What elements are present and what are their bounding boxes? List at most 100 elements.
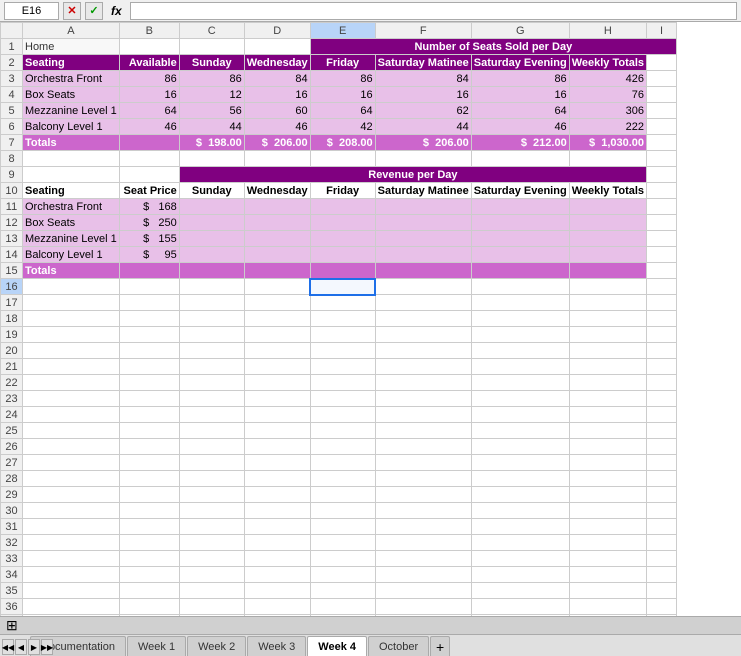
nav-next-arrow[interactable]: ▶	[28, 639, 40, 655]
row-header-34[interactable]: 34	[1, 567, 23, 583]
cell-d7[interactable]: $ 206.00	[244, 135, 310, 151]
cell-a4[interactable]: Box Seats	[23, 87, 120, 103]
row-header-21[interactable]: 21	[1, 359, 23, 375]
cell-g11[interactable]	[471, 199, 569, 215]
cell-i12[interactable]	[647, 215, 677, 231]
tab-october[interactable]: October	[368, 636, 429, 656]
tab-week4[interactable]: Week 4	[307, 636, 367, 656]
tab-add-button[interactable]: +	[430, 636, 450, 656]
cell-a7[interactable]: Totals	[23, 135, 120, 151]
col-header-a[interactable]: A	[23, 23, 120, 39]
cell-i17[interactable]	[647, 295, 677, 311]
cell-b9[interactable]	[119, 167, 179, 183]
col-header-g[interactable]: G	[471, 23, 569, 39]
row-header-27[interactable]: 27	[1, 455, 23, 471]
cell-h5[interactable]: 306	[569, 103, 646, 119]
cell-d1[interactable]	[244, 39, 310, 55]
cell-f15[interactable]	[375, 263, 471, 279]
cell-a13[interactable]: Mezzanine Level 1	[23, 231, 120, 247]
cell-a16[interactable]	[23, 279, 120, 295]
cell-b13[interactable]: $ 155	[119, 231, 179, 247]
cell-g17[interactable]	[471, 295, 569, 311]
cell-a8[interactable]	[23, 151, 120, 167]
cell-h12[interactable]	[569, 215, 646, 231]
row-header-11[interactable]: 11	[1, 199, 23, 215]
cell-e13[interactable]	[310, 231, 375, 247]
cell-i7[interactable]	[647, 135, 677, 151]
cell-a14[interactable]: Balcony Level 1	[23, 247, 120, 263]
row-header-7[interactable]: 7	[1, 135, 23, 151]
cell-c14[interactable]	[179, 247, 244, 263]
cell-b12[interactable]: $ 250	[119, 215, 179, 231]
cell-i4[interactable]	[647, 87, 677, 103]
cell-f11[interactable]	[375, 199, 471, 215]
cell-e12[interactable]	[310, 215, 375, 231]
cell-a11[interactable]: Orchestra Front	[23, 199, 120, 215]
cell-b2[interactable]: Available	[119, 55, 179, 71]
cell-e15[interactable]	[310, 263, 375, 279]
row-header-23[interactable]: 23	[1, 391, 23, 407]
cell-c16[interactable]	[179, 279, 244, 295]
cell-h14[interactable]	[569, 247, 646, 263]
cell-e6[interactable]: 42	[310, 119, 375, 135]
cell-g3[interactable]: 86	[471, 71, 569, 87]
cell-g4[interactable]: 16	[471, 87, 569, 103]
col-header-c[interactable]: C	[179, 23, 244, 39]
row-header-2[interactable]: 2	[1, 55, 23, 71]
row-header-8[interactable]: 8	[1, 151, 23, 167]
cell-reference-box[interactable]: E16	[4, 2, 59, 20]
cell-a2[interactable]: Seating	[23, 55, 120, 71]
cell-f7[interactable]: $ 206.00	[375, 135, 471, 151]
cell-e16[interactable]	[310, 279, 375, 295]
row-header-4[interactable]: 4	[1, 87, 23, 103]
cell-e5[interactable]: 64	[310, 103, 375, 119]
row-header-24[interactable]: 24	[1, 407, 23, 423]
cell-d16[interactable]	[244, 279, 310, 295]
cell-g12[interactable]	[471, 215, 569, 231]
row-header-1[interactable]: 1	[1, 39, 23, 55]
cell-h17[interactable]	[569, 295, 646, 311]
cell-d17[interactable]	[244, 295, 310, 311]
cell-b3[interactable]: 86	[119, 71, 179, 87]
cell-g16[interactable]	[471, 279, 569, 295]
cell-i9[interactable]	[647, 167, 677, 183]
cell-b11[interactable]: $ 168	[119, 199, 179, 215]
cell-e11[interactable]	[310, 199, 375, 215]
cell-i15[interactable]	[647, 263, 677, 279]
row-header-6[interactable]: 6	[1, 119, 23, 135]
cell-f12[interactable]	[375, 215, 471, 231]
cell-e1-title[interactable]: Number of Seats Sold per Day	[310, 39, 676, 55]
nav-first-arrow[interactable]: ◀◀	[2, 639, 14, 655]
cell-h7[interactable]: $ 1,030.00	[569, 135, 646, 151]
cell-e4[interactable]: 16	[310, 87, 375, 103]
cell-i14[interactable]	[647, 247, 677, 263]
cell-d12[interactable]	[244, 215, 310, 231]
cell-f3[interactable]: 84	[375, 71, 471, 87]
cell-f5[interactable]: 62	[375, 103, 471, 119]
cell-i13[interactable]	[647, 231, 677, 247]
cell-c8[interactable]	[179, 151, 244, 167]
cell-f16[interactable]	[375, 279, 471, 295]
cell-c11[interactable]	[179, 199, 244, 215]
cell-d5[interactable]: 60	[244, 103, 310, 119]
row-header-28[interactable]: 28	[1, 471, 23, 487]
cell-h16[interactable]	[569, 279, 646, 295]
cell-e3[interactable]: 86	[310, 71, 375, 87]
nav-last-arrow[interactable]: ▶▶	[41, 639, 53, 655]
cell-i5[interactable]	[647, 103, 677, 119]
cell-h3[interactable]: 426	[569, 71, 646, 87]
cell-g14[interactable]	[471, 247, 569, 263]
cell-d10[interactable]: Wednesday	[244, 183, 310, 199]
cell-d11[interactable]	[244, 199, 310, 215]
row-header-15[interactable]: 15	[1, 263, 23, 279]
cell-h8[interactable]	[569, 151, 646, 167]
cell-b1[interactable]	[119, 39, 179, 55]
cell-i16[interactable]	[647, 279, 677, 295]
cell-a3[interactable]: Orchestra Front	[23, 71, 120, 87]
row-header-33[interactable]: 33	[1, 551, 23, 567]
col-header-i[interactable]: I	[647, 23, 677, 39]
cell-f13[interactable]	[375, 231, 471, 247]
cell-g15[interactable]	[471, 263, 569, 279]
row-header-14[interactable]: 14	[1, 247, 23, 263]
cell-b5[interactable]: 64	[119, 103, 179, 119]
